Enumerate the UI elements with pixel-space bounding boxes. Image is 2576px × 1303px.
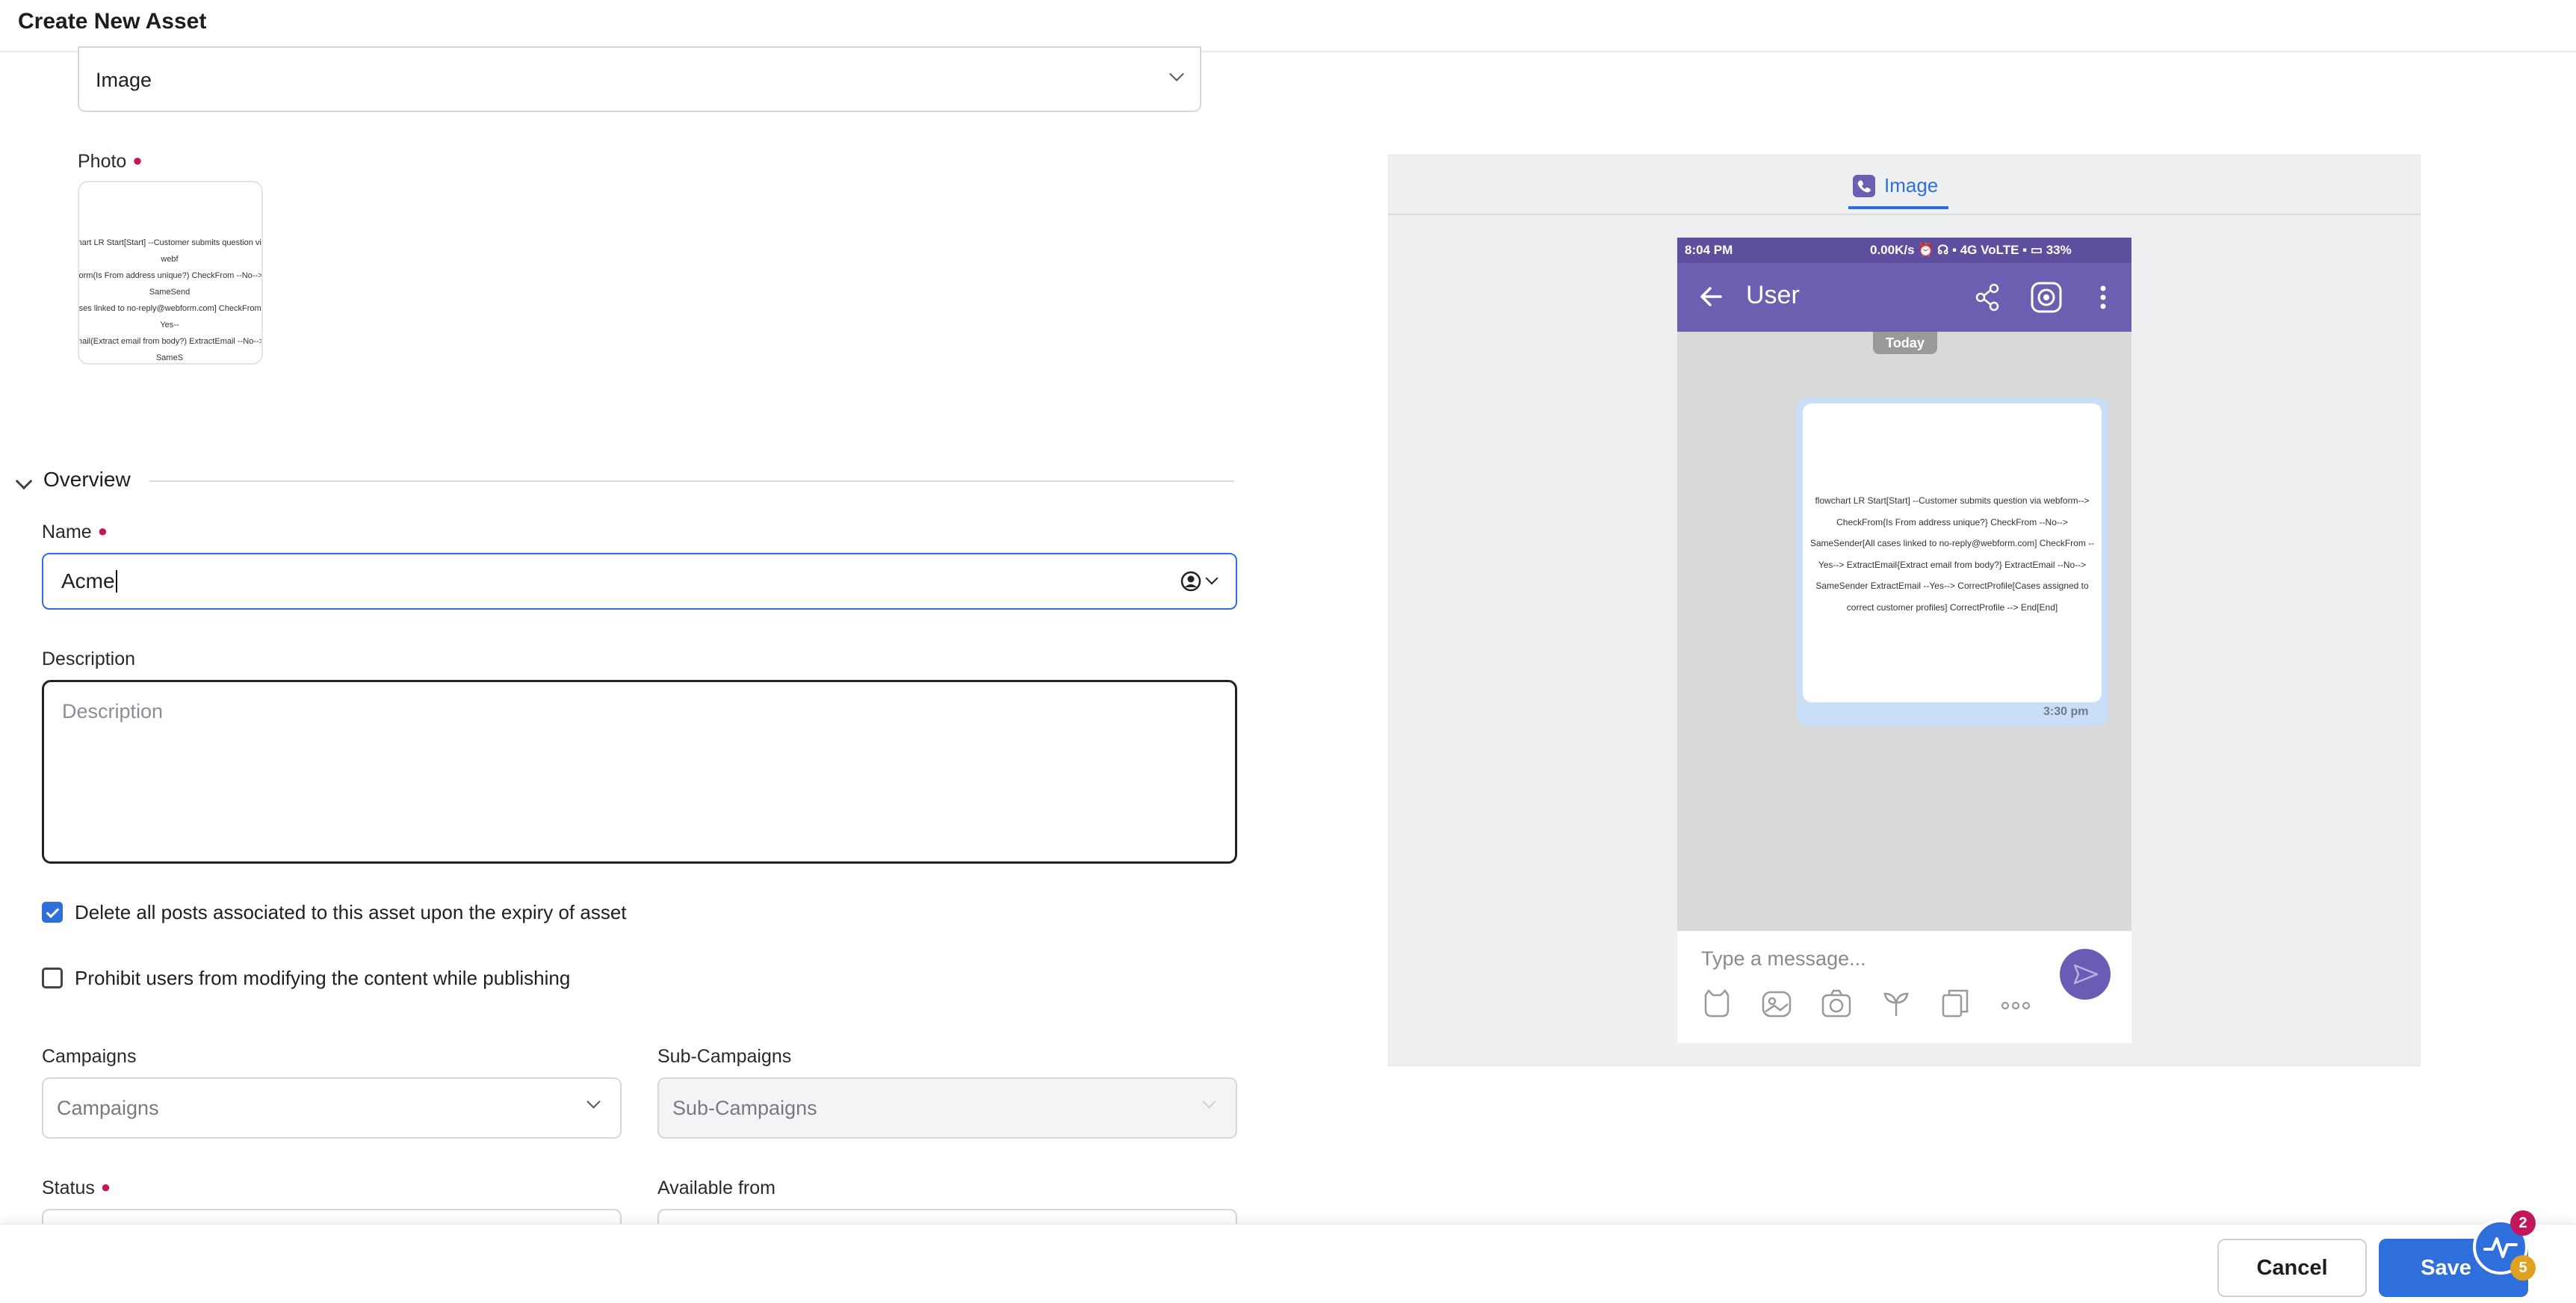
asset-type-select[interactable]: Image <box>78 46 1201 112</box>
viber-icon <box>1853 175 1875 197</box>
photo-thumbnail[interactable]: chart LR Start[Start] --Customer submits… <box>78 181 263 365</box>
campaigns-label: Campaigns <box>42 1046 137 1067</box>
prohibit-modify-label[interactable]: Prohibit users from modifying the conten… <box>75 967 570 990</box>
message-image: flowchart LR Start[Start] --Customer sub… <box>1803 403 2102 702</box>
phone-status-bar: 8:04 PM 0.00K/s ⏰ ☊ ▪ 4G VoLTE ▪ ▭ 33% <box>1677 238 2131 263</box>
preview-tab-image[interactable]: Image <box>1884 174 1938 197</box>
chevron-down-icon <box>1205 572 1219 585</box>
message-composer: Type a message... <box>1677 931 2131 1043</box>
required-marker: ● <box>97 521 108 540</box>
asset-type-value: Image <box>96 69 152 91</box>
modal-header <box>0 0 2576 52</box>
modal-footer <box>0 1224 2576 1303</box>
chat-app-bar: User <box>1677 263 2131 332</box>
photo-thumbnail-text: chart LR Start[Start] --Customer submits… <box>78 238 263 362</box>
section-title-overview[interactable]: Overview <box>43 468 131 492</box>
checkmark-icon <box>46 905 60 918</box>
chevron-down-icon <box>1169 66 1184 81</box>
message-time: 3:30 pm <box>2043 705 2089 718</box>
gif-icon <box>1942 989 1969 1018</box>
composer-placeholder: Type a message... <box>1701 947 1866 970</box>
preview-divider <box>1388 214 2421 215</box>
camera-icon <box>1821 989 1851 1018</box>
collapse-chevron-icon[interactable] <box>15 472 33 490</box>
chat-title: User <box>1746 281 1800 309</box>
chevron-down-icon <box>586 1095 601 1109</box>
send-icon <box>2073 964 2099 985</box>
gallery-icon <box>1762 991 1792 1018</box>
delete-posts-checkbox[interactable] <box>42 902 63 923</box>
description-textarea[interactable]: Description <box>42 680 1237 864</box>
phone-time: 8:04 PM <box>1685 243 1733 257</box>
notification-badge: 2 <box>2510 1210 2536 1236</box>
page-title: Create New Asset <box>18 9 207 34</box>
prohibit-modify-checkbox[interactable] <box>42 968 63 988</box>
date-pill: Today <box>1873 332 1937 354</box>
campaigns-select[interactable]: Campaigns <box>42 1077 622 1139</box>
sub-campaigns-select: Sub-Campaigns <box>657 1077 1237 1139</box>
active-tab-indicator <box>1848 206 1948 209</box>
share-icon <box>1975 283 1999 312</box>
count-badge: 5 <box>2510 1255 2536 1281</box>
sub-campaigns-placeholder: Sub-Campaigns <box>672 1097 817 1119</box>
message-image-text: flowchart LR Start[Start] --Customer sub… <box>1809 495 2095 613</box>
doodle-icon <box>1883 992 1909 1016</box>
description-placeholder: Description <box>62 700 164 722</box>
phone-status-indicators: 0.00K/s ⏰ ☊ ▪ 4G VoLTE ▪ ▭ 33% <box>1870 243 2072 257</box>
name-input[interactable]: Acme <box>42 553 1237 610</box>
phone-mockup: 8:04 PM 0.00K/s ⏰ ☊ ▪ 4G VoLTE ▪ ▭ 33% U… <box>1677 238 2131 1043</box>
name-label: Name ● <box>42 521 108 542</box>
name-input-value: Acme <box>61 569 117 593</box>
description-label: Description <box>42 649 136 669</box>
delete-posts-label[interactable]: Delete all posts associated to this asse… <box>75 901 627 924</box>
back-arrow-icon <box>1700 287 1722 306</box>
required-marker: ● <box>100 1177 111 1196</box>
status-label: Status ● <box>42 1177 111 1198</box>
cancel-button[interactable]: Cancel <box>2217 1239 2367 1297</box>
sub-campaigns-label: Sub-Campaigns <box>657 1046 792 1067</box>
section-divider <box>149 480 1234 482</box>
language-selector[interactable] <box>1180 571 1224 593</box>
campaigns-placeholder: Campaigns <box>57 1097 159 1119</box>
viber-logo-icon <box>2031 282 2062 313</box>
photo-label: Photo ● <box>78 151 143 172</box>
more-horizontal-icon <box>2001 1001 2031 1010</box>
more-vertical-icon <box>2100 285 2106 309</box>
sticker-icon <box>1704 989 1730 1018</box>
message-bubble: flowchart LR Start[Start] --Customer sub… <box>1797 397 2108 726</box>
send-button <box>2060 949 2111 1000</box>
available-from-label: Available from <box>657 1177 775 1198</box>
chevron-down-icon <box>1202 1095 1216 1109</box>
required-marker: ● <box>132 151 143 170</box>
user-circle-icon <box>1180 571 1201 592</box>
